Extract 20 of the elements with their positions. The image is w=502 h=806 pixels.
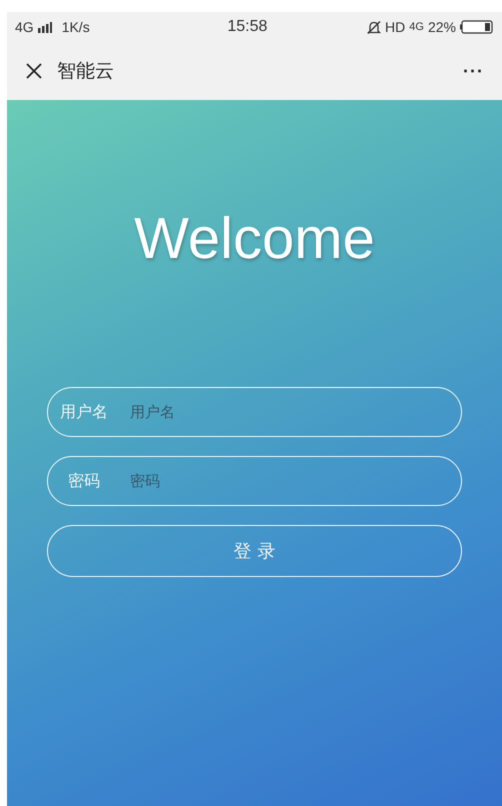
muted-bell-icon <box>367 20 382 34</box>
password-field[interactable]: 密码 密码 <box>47 456 462 506</box>
close-icon[interactable] <box>25 62 43 80</box>
field-label: 用户名 <box>60 402 109 422</box>
battery-percent: 22% <box>428 19 456 35</box>
login-button[interactable]: 登 录 <box>47 525 462 577</box>
text-input[interactable]: 密码 <box>128 471 461 491</box>
welcome-heading: Welcome <box>134 205 375 272</box>
network-type: 4G <box>15 19 34 35</box>
clock: 15:58 <box>227 18 268 36</box>
hd-indicator: HD <box>385 19 406 35</box>
page-title: 智能云 <box>57 59 114 84</box>
username-field[interactable]: 用户名 用户名 <box>47 387 462 437</box>
field-label: 密码 <box>67 470 101 492</box>
text-input[interactable]: 用户名 <box>128 402 461 422</box>
battery-icon <box>460 20 494 34</box>
data-network: 4G <box>409 21 424 33</box>
more-button[interactable]: ··· <box>463 60 484 82</box>
network-speed: 1K/s <box>62 19 90 35</box>
signal-icon <box>38 22 52 32</box>
